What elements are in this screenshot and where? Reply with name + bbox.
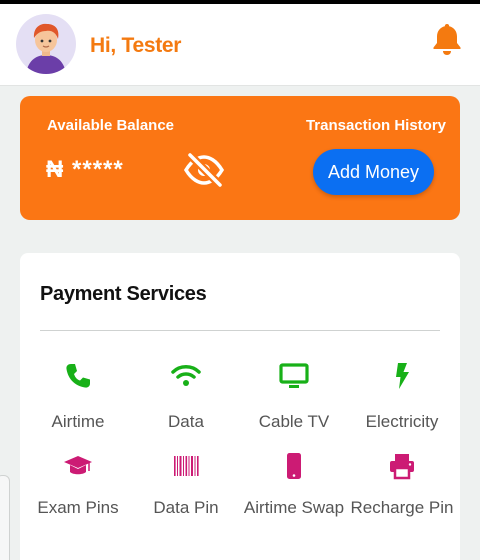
bell-icon[interactable]: [432, 22, 462, 56]
service-label: Recharge Pin: [350, 498, 454, 517]
payment-services-title: Payment Services: [40, 283, 207, 305]
wifi-icon: [171, 365, 201, 386]
service-electricity[interactable]: Electricity: [348, 361, 456, 438]
mobile-icon: [287, 453, 301, 479]
greeting-text: Hi, Tester: [90, 34, 182, 57]
service-label: Exam Pins: [37, 498, 119, 517]
currency-symbol: ₦: [46, 156, 65, 183]
masked-balance: *****: [72, 156, 124, 183]
transaction-history-link[interactable]: Transaction History: [306, 117, 446, 134]
user-avatar-icon: [26, 23, 66, 74]
service-data[interactable]: Data: [132, 361, 240, 438]
service-recharge-pin[interactable]: Recharge Pin: [348, 451, 456, 524]
service-data-pin[interactable]: Data Pin: [132, 451, 240, 524]
service-cable-tv[interactable]: Cable TV: [240, 361, 348, 438]
balance-card: Available Balance Transaction History ₦ …: [20, 96, 460, 220]
service-airtime-swap[interactable]: Airtime Swap: [240, 451, 348, 524]
service-label: Cable TV: [258, 412, 330, 431]
service-exam-pins[interactable]: Exam Pins: [24, 451, 132, 524]
side-drawer-handle[interactable]: [0, 475, 10, 560]
phone-icon: [66, 364, 90, 388]
balance-amount: ₦ *****: [46, 156, 124, 184]
avatar[interactable]: [16, 14, 76, 74]
graduation-cap-icon: [64, 456, 92, 475]
service-label: Airtime: [51, 412, 105, 431]
service-label: Data Pin: [153, 498, 219, 517]
service-airtime[interactable]: Airtime: [24, 361, 132, 438]
printer-icon: [390, 454, 414, 480]
service-label: Data: [168, 412, 204, 431]
service-label: Electricity: [365, 412, 439, 431]
divider: [40, 330, 440, 331]
add-money-button[interactable]: Add Money: [313, 149, 434, 195]
tv-icon: [279, 363, 309, 388]
payment-services-card: Payment Services Airtime Data Cable TV E…: [20, 253, 460, 560]
app-header: Hi, Tester: [0, 4, 480, 86]
bolt-icon: [396, 363, 409, 389]
service-label: Airtime Swap: [243, 498, 345, 517]
eye-slash-icon[interactable]: [182, 152, 226, 188]
available-balance-label: Available Balance: [47, 117, 175, 134]
barcode-icon: [174, 456, 199, 476]
